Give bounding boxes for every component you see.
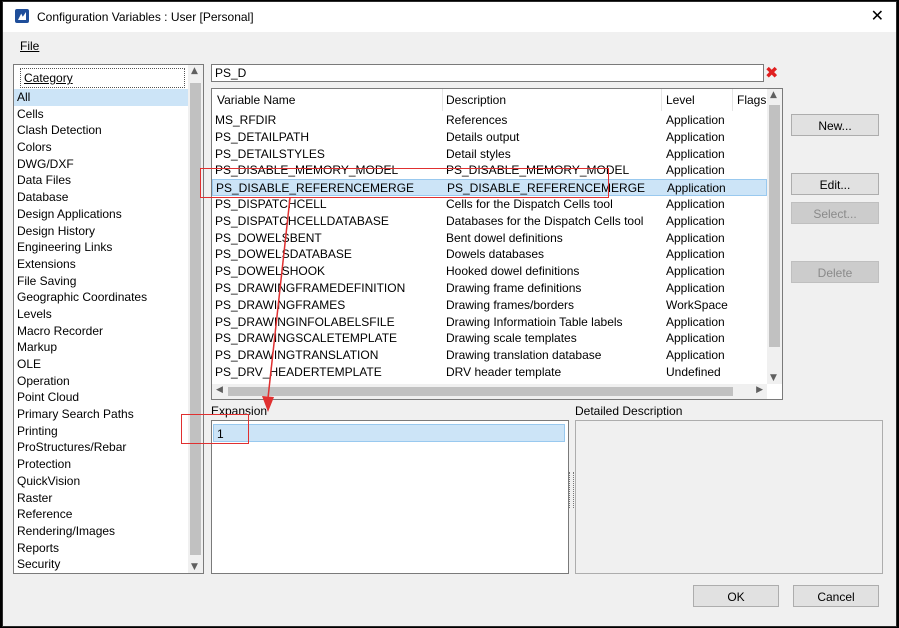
annotation-arrow-line (267, 197, 291, 399)
annotation-arrow (262, 197, 291, 412)
annotation-arrow-head (262, 396, 274, 412)
